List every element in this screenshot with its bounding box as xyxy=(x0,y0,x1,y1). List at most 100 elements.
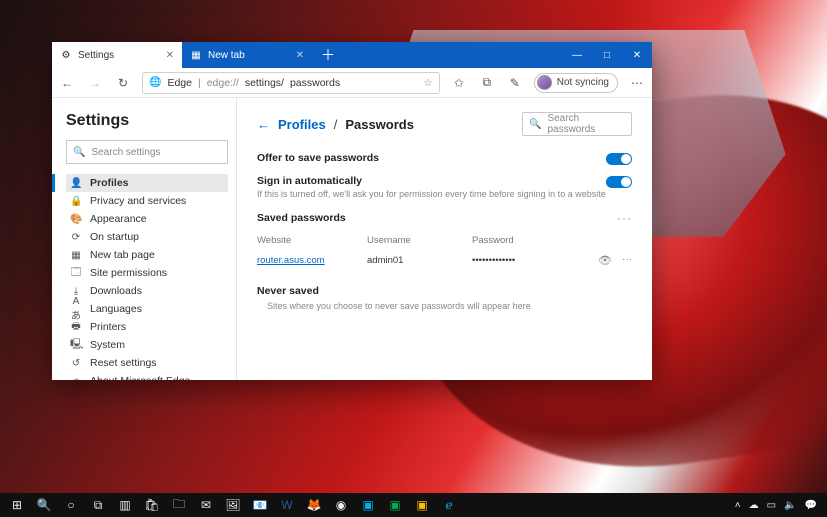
app-icon[interactable]: ▣ xyxy=(382,493,408,517)
system-tray[interactable]: ˄ ☁ ▭ 🔈 💬 xyxy=(735,500,823,511)
maximize-button[interactable]: □ xyxy=(592,42,622,68)
sidebar-item-appearance[interactable]: 🎨Appearance xyxy=(66,210,228,228)
cortana-icon[interactable]: ○ xyxy=(58,493,84,517)
breadcrumb-back-icon[interactable]: ← xyxy=(257,117,270,132)
gear-icon: ⚙ xyxy=(60,49,72,61)
chrome-icon[interactable]: ◉ xyxy=(328,493,354,517)
section-more-icon[interactable]: ··· xyxy=(617,211,632,225)
sidebar: Settings 🔍 Search settings 👤Profiles🔒Pri… xyxy=(52,98,237,380)
nav-label: Privacy and services xyxy=(90,195,186,207)
option-label: Sign in automatically xyxy=(257,175,606,187)
start-button[interactable]: ⊞ xyxy=(4,493,30,517)
edge-icon[interactable]: ℯ xyxy=(436,493,462,517)
avatar xyxy=(537,75,552,90)
sidebar-item-printers[interactable]: 🖶Printers xyxy=(66,318,228,336)
taskbar[interactable]: ⊞ 🔍 ○ ⧉ ▥ 🛍 🗀 ✉ 🖼 📧 W 🦊 ◉ ▣ ▣ ▣ ℯ ˄ ☁ ▭ … xyxy=(0,493,827,517)
app-icon[interactable]: ▥ xyxy=(112,493,138,517)
site-identity-icon: 🌐 xyxy=(149,77,161,88)
newtab-button[interactable]: ＋ xyxy=(318,45,338,65)
sidebar-item-system[interactable]: 🖳 System xyxy=(66,336,228,354)
nav-label: Downloads xyxy=(90,285,142,297)
toggle-offer-save[interactable] xyxy=(606,153,632,165)
close-icon[interactable]: ✕ xyxy=(166,50,174,61)
sidebar-item-reset-settings[interactable]: ↺Reset settings xyxy=(66,354,228,372)
never-saved-title: Never saved xyxy=(257,285,632,297)
sidebar-item-downloads[interactable]: ⤓Downloads xyxy=(66,282,228,300)
word-icon[interactable]: W xyxy=(274,493,300,517)
toolbar: ← → ↻ 🌐 Edge | edge://settings/passwords… xyxy=(52,68,652,98)
minimize-button[interactable]: — xyxy=(562,42,592,68)
newtab-zone: ＋ xyxy=(312,42,562,68)
content: Settings 🔍 Search settings 👤Profiles🔒Pri… xyxy=(52,98,652,380)
sidebar-item-about-microsoft-edge[interactable]: ℯ About Microsoft Edge xyxy=(66,372,228,380)
address-sep: | xyxy=(198,77,201,89)
table-header: Website Username Password xyxy=(257,231,632,250)
onedrive-icon[interactable]: ☁ xyxy=(749,500,759,511)
forward-button[interactable]: → xyxy=(86,76,104,90)
nav-label: On startup xyxy=(90,231,139,243)
search-icon[interactable]: 🔍 xyxy=(31,493,57,517)
col-website: Website xyxy=(257,235,367,246)
nav-label: About Microsoft Edge xyxy=(90,375,190,380)
page-icon: ▦ xyxy=(190,49,202,61)
sidebar-item-new-tab-page[interactable]: ▦New tab page xyxy=(66,246,228,264)
nav-label: System xyxy=(90,339,125,351)
close-icon[interactable]: ✕ xyxy=(296,50,304,61)
store-icon[interactable]: 🛍 xyxy=(139,493,165,517)
nav-icon: 🔒 xyxy=(70,196,82,207)
back-button[interactable]: ← xyxy=(58,76,76,90)
nav-icon: ℯ xyxy=(70,376,82,381)
app-icon[interactable]: ▣ xyxy=(409,493,435,517)
photos-icon[interactable]: 🖼 xyxy=(220,493,246,517)
ink-icon[interactable]: ✎ xyxy=(506,76,524,90)
close-button[interactable]: ✕ xyxy=(622,42,652,68)
favorite-icon[interactable]: ☆ xyxy=(423,77,432,89)
toggle-signin-auto[interactable] xyxy=(606,176,632,188)
volume-icon[interactable]: 🔈 xyxy=(784,500,796,511)
saved-password-mask: ••••••••••••• xyxy=(472,255,598,266)
nav-icon: ⟳ xyxy=(70,232,82,243)
explorer-icon[interactable]: 🗀 xyxy=(166,493,192,517)
option-desc: If this is turned off, we'll ask you for… xyxy=(257,189,606,199)
refresh-button[interactable]: ↻ xyxy=(114,76,132,90)
outlook-icon[interactable]: 📧 xyxy=(247,493,273,517)
favorites-icon[interactable]: ✩ xyxy=(450,76,468,90)
tray-up-icon[interactable]: ˄ xyxy=(735,500,741,511)
breadcrumb-sep: / xyxy=(334,117,338,132)
main-panel: ← Profiles / Passwords 🔍 Search password… xyxy=(237,98,652,380)
settings-nav: 👤 Profiles 🔒 Privacy and services 🎨Appearanc… xyxy=(66,174,228,380)
firefox-icon[interactable]: 🦊 xyxy=(301,493,327,517)
sidebar-item-privacy-and-services[interactable]: 🔒 Privacy and services xyxy=(66,192,228,210)
col-password: Password xyxy=(472,235,632,246)
tab-newtab[interactable]: ▦ New tab ✕ xyxy=(182,42,312,68)
nav-icon: 👤 xyxy=(70,178,82,189)
nav-icon: 🖳 xyxy=(70,337,82,354)
more-icon[interactable]: ⋯ xyxy=(628,76,646,90)
search-passwords-input[interactable]: 🔍 Search passwords xyxy=(522,112,632,136)
address-dim: edge:// xyxy=(207,77,239,89)
search-icon: 🔍 xyxy=(529,119,541,130)
taskview-icon[interactable]: ⧉ xyxy=(85,493,111,517)
reveal-password-icon[interactable]: 👁 xyxy=(598,254,612,267)
search-settings-input[interactable]: 🔍 Search settings xyxy=(66,140,228,164)
saved-site-link[interactable]: router.asus.com xyxy=(257,255,325,266)
nav-label: Profiles xyxy=(90,177,129,189)
network-icon[interactable]: ▭ xyxy=(767,500,776,511)
collections-icon[interactable]: ⧉ xyxy=(478,75,496,90)
tab-settings[interactable]: ⚙ Settings ✕ xyxy=(52,42,182,68)
nav-label: New tab page xyxy=(90,249,155,261)
address-bar[interactable]: 🌐 Edge | edge://settings/passwords ☆ xyxy=(142,72,440,94)
action-center-icon[interactable]: 💬 xyxy=(805,500,817,511)
profile-pill[interactable]: Not syncing xyxy=(534,73,618,93)
search-settings-placeholder: Search settings xyxy=(91,147,160,158)
breadcrumb-parent[interactable]: Profiles xyxy=(278,117,326,132)
nav-label: Languages xyxy=(90,303,142,315)
sidebar-item-profiles[interactable]: 👤 Profiles xyxy=(66,174,228,192)
sidebar-item-site-permissions[interactable]: 🗔Site permissions xyxy=(66,264,228,282)
breadcrumb: ← Profiles / Passwords 🔍 Search password… xyxy=(257,112,632,136)
sidebar-item-on-startup[interactable]: ⟳ On startup xyxy=(66,228,228,246)
row-more-icon[interactable]: ··· xyxy=(622,254,632,267)
app-icon[interactable]: ▣ xyxy=(355,493,381,517)
mail-icon[interactable]: ✉ xyxy=(193,493,219,517)
sidebar-item-languages[interactable]: AあLanguages xyxy=(66,300,228,318)
